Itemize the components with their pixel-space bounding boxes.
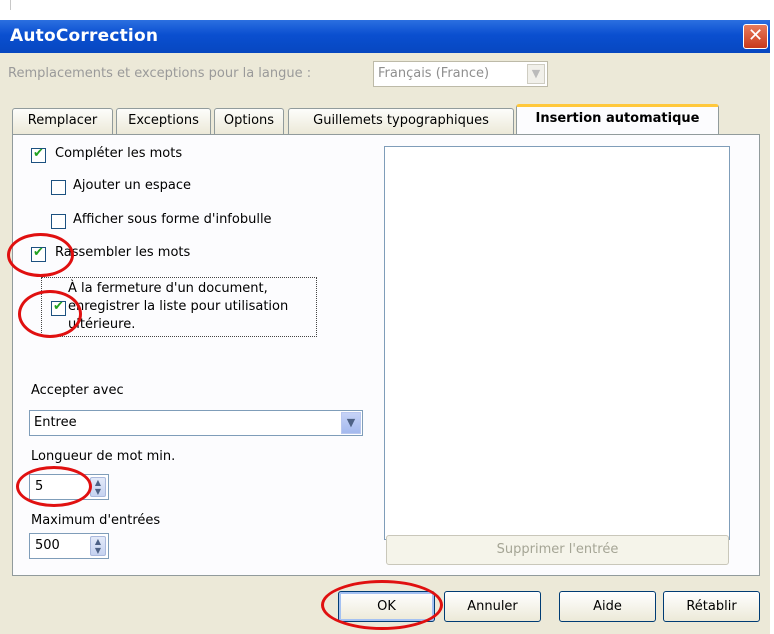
accept-with-select[interactable]: Entree ▼: [29, 410, 363, 436]
tab-label: Exceptions: [128, 113, 199, 128]
annotation-circle: [18, 290, 82, 338]
save-list-line: À la fermeture d'un document,: [68, 281, 268, 296]
dialog-title: AutoCorrection: [10, 26, 159, 46]
save-list-line: enregistrer la liste pour utilisation: [68, 299, 289, 314]
tab-options[interactable]: Options: [214, 108, 284, 134]
save-list-line: ultérieure.: [68, 317, 136, 332]
tab-label: Options: [223, 113, 275, 128]
autocorrection-dialog: AutoCorrection ✕ Remplacements et except…: [0, 20, 770, 634]
complete-words-label: Compléter les mots: [55, 146, 183, 161]
reset-button[interactable]: Rétablir: [663, 591, 760, 622]
annotation-circle: [7, 233, 74, 277]
max-entries-stepper[interactable]: 500 ▲ ▼: [29, 533, 109, 559]
annotation-circle: [16, 466, 92, 507]
language-value: Français (France): [378, 66, 490, 81]
chevron-down-icon: ▼: [527, 64, 545, 84]
tab-label: Guillemets typographiques: [313, 113, 489, 128]
tab-label: Insertion automatique: [535, 111, 700, 126]
collect-words-label: Rassembler les mots: [55, 245, 191, 260]
delete-entry-button[interactable]: Supprimer l'entrée: [386, 535, 729, 565]
close-button[interactable]: ✕: [743, 24, 768, 49]
close-icon: ✕: [747, 25, 764, 46]
tab-guillemets[interactable]: Guillemets typographiques: [288, 108, 514, 134]
help-button[interactable]: Aide: [559, 591, 656, 622]
min-length-label: Longueur de mot min.: [31, 449, 176, 464]
accept-with-value: Entree: [34, 415, 77, 430]
accept-with-label: Accepter avec: [31, 383, 124, 398]
add-space-label: Ajouter un espace: [73, 178, 192, 193]
tab-exceptions[interactable]: Exceptions: [116, 108, 211, 134]
max-entries-label: Maximum d'entrées: [31, 513, 161, 528]
show-tooltip-label: Afficher sous forme d'infobulle: [73, 212, 272, 227]
language-label: Remplacements et exceptions pour la lang…: [8, 66, 312, 81]
annotation-circle: [321, 580, 443, 630]
complete-words-checkbox[interactable]: [31, 146, 46, 163]
max-entries-value: 500: [35, 538, 60, 553]
page-edge-mark: [10, 0, 11, 10]
cancel-button[interactable]: Annuler: [444, 591, 541, 622]
save-list-label: À la fermeture d'un document, enregistre…: [68, 280, 288, 334]
tab-remplacer[interactable]: Remplacer: [12, 108, 113, 134]
tab-insertion-automatique[interactable]: Insertion automatique: [516, 104, 719, 134]
chevron-down-icon: ▼: [341, 412, 361, 434]
show-tooltip-checkbox[interactable]: [51, 214, 66, 229]
word-list[interactable]: [384, 146, 730, 540]
tab-label: Remplacer: [27, 113, 98, 128]
spin-arrows-icon[interactable]: ▲ ▼: [90, 477, 106, 497]
title-bar[interactable]: AutoCorrection ✕: [0, 20, 770, 53]
spin-arrows-icon[interactable]: ▲ ▼: [90, 536, 106, 556]
add-space-checkbox[interactable]: [51, 180, 66, 195]
language-select[interactable]: Français (France) ▼: [373, 61, 548, 87]
